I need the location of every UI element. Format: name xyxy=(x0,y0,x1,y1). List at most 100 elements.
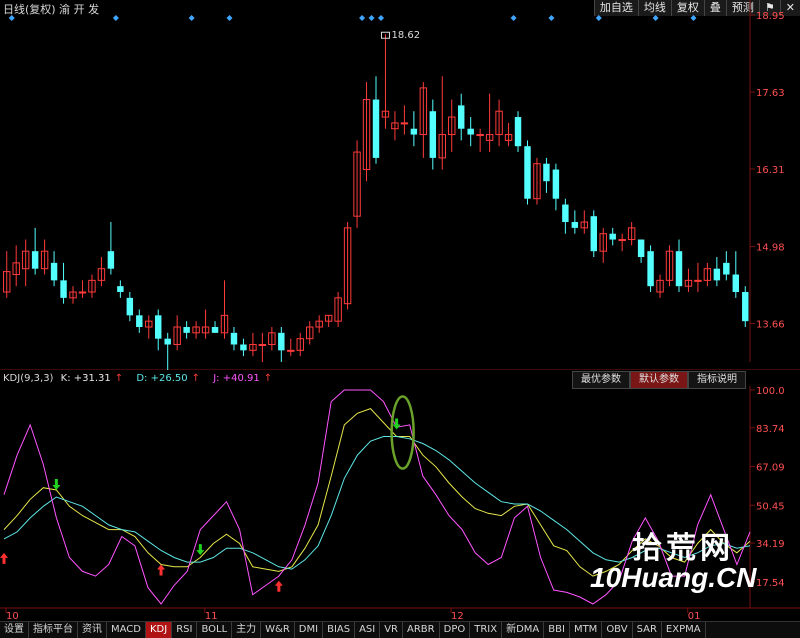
candle-body xyxy=(372,99,380,158)
price-tick-label: 18.95 xyxy=(756,11,785,22)
candle-body xyxy=(457,105,465,129)
tab-mtm-18[interactable]: MTM xyxy=(570,622,603,638)
highlight-ring xyxy=(390,395,415,470)
buy-arrow-icon xyxy=(0,552,8,564)
candle-body xyxy=(400,122,409,125)
buy-arrow-icon xyxy=(274,580,283,592)
candle-body xyxy=(230,332,238,345)
up-arrow-icon: ↑ xyxy=(114,373,124,384)
candle-body xyxy=(618,239,626,242)
kdj-tick-label: 50.45 xyxy=(756,501,785,512)
signal-diamond-icon xyxy=(510,15,517,21)
candle-body xyxy=(60,280,67,298)
candle-body xyxy=(183,327,190,333)
candle-body xyxy=(543,163,550,182)
tab-bbi-17[interactable]: BBI xyxy=(544,622,570,638)
watermark-url: 10Huang.CN xyxy=(590,562,757,593)
price-tick-label: 16.31 xyxy=(756,165,785,176)
kdj-tick-label: 34.19 xyxy=(756,539,785,550)
kdj-tick-label: 100.0 xyxy=(756,386,785,397)
candle-body xyxy=(211,327,219,333)
signal-diamond-icon xyxy=(378,15,384,21)
tab-bias-10[interactable]: BIAS xyxy=(323,622,356,638)
tab-expma-21[interactable]: EXPMA xyxy=(662,622,706,638)
tab-kdj-4[interactable]: KDJ xyxy=(145,622,173,638)
signal-diamond-icon xyxy=(226,15,233,21)
candle-body xyxy=(50,262,58,281)
tab-dpo-14[interactable]: DPO xyxy=(440,622,471,638)
tab-boll-6[interactable]: BOLL xyxy=(197,622,233,638)
tab-sar-20[interactable]: SAR xyxy=(633,622,662,638)
candle-body xyxy=(723,262,730,275)
kdj-j-value: J: +40.91 xyxy=(213,373,260,384)
candle-body xyxy=(287,349,295,352)
tab-rsi-5[interactable]: RSI xyxy=(172,622,198,638)
tab-trix-15[interactable]: TRIX xyxy=(470,622,503,638)
candle-body xyxy=(258,344,267,347)
tab-vr-12[interactable]: VR xyxy=(380,622,404,638)
signal-diamond-icon xyxy=(112,15,119,21)
candle-body xyxy=(694,279,702,282)
candle-body xyxy=(524,146,531,199)
signal-diamond-icon xyxy=(595,15,602,21)
tab--dma-16[interactable]: 新DMA xyxy=(502,622,545,638)
date-tick-label: 12 xyxy=(451,611,464,621)
candle-body xyxy=(155,315,162,339)
signal-diamond-icon xyxy=(359,15,366,21)
candle-body xyxy=(164,338,171,345)
kdj-k-value: K: +31.31 xyxy=(60,373,111,384)
tab-arbr-13[interactable]: ARBR xyxy=(403,622,440,638)
tab---0[interactable]: 设置 xyxy=(0,622,29,638)
candle-body xyxy=(590,216,597,252)
up-arrow-icon: ↑ xyxy=(263,373,273,384)
tab---1[interactable]: 指标平台 xyxy=(29,622,78,638)
price-tick-label: 14.98 xyxy=(756,243,785,254)
signal-diamond-icon xyxy=(690,15,697,21)
kdj-tick-label: 83.74 xyxy=(756,424,785,435)
tab-dmi-9[interactable]: DMI xyxy=(295,622,324,638)
tab-macd-3[interactable]: MACD xyxy=(107,622,146,638)
candle-body xyxy=(467,128,474,135)
candle-body xyxy=(562,204,569,223)
candle-body xyxy=(571,222,579,228)
candle-body xyxy=(713,268,721,281)
date-tick-label: 10 xyxy=(6,611,19,621)
candle-body xyxy=(31,251,39,269)
kdj-tick-label: 17.54 xyxy=(756,578,785,589)
price-tick-label: 17.63 xyxy=(756,88,785,99)
price-chart[interactable]: 18.9517.6316.3114.9813.6618.6212.65 xyxy=(0,0,800,370)
signal-diamond-icon xyxy=(548,15,555,21)
candle-body xyxy=(126,297,134,316)
candle-body xyxy=(609,233,616,240)
signal-diamond-icon xyxy=(652,15,659,21)
kdj-tick-label: 67.09 xyxy=(756,463,785,474)
signal-diamond-icon xyxy=(188,15,195,21)
indicator-tabs: 设置 指标平台 资讯 MACD KDJ RSI BOLL 主力 W&R DMI BIAS ASI VR A… xyxy=(0,621,800,638)
candle-body xyxy=(552,169,560,199)
watermark-text: 拾荒网 xyxy=(632,531,734,566)
candle-body xyxy=(278,332,285,351)
candle-body xyxy=(410,128,418,135)
kdj-legend: KDJ(9,3,3) K: +31.31 ↑ D: +26.50 ↑ J: +40.… xyxy=(3,373,276,384)
sell-arrow-icon xyxy=(52,479,61,490)
tab-w-r-8[interactable]: W&R xyxy=(261,622,295,638)
tab-asi-11[interactable]: ASI xyxy=(355,622,381,638)
candle-body xyxy=(136,315,143,328)
candle-body xyxy=(732,274,740,293)
price-annotation-label: 18.62 xyxy=(391,30,420,41)
candle-body xyxy=(637,239,645,258)
candle-body xyxy=(240,344,247,351)
sell-arrow-icon xyxy=(196,544,205,556)
candle-body xyxy=(429,111,437,158)
signal-diamond-icon xyxy=(8,15,15,21)
tab-obv-19[interactable]: OBV xyxy=(602,622,633,638)
candle-body xyxy=(117,286,124,293)
tab---7[interactable]: 主力 xyxy=(232,622,262,638)
candle-body xyxy=(78,291,87,294)
sell-arrow-icon xyxy=(392,418,401,430)
price-tick-label: 13.66 xyxy=(756,320,785,331)
date-tick-label: 01 xyxy=(688,611,701,621)
candle-body xyxy=(742,292,749,322)
buy-arrow-icon xyxy=(157,564,166,576)
tab---2[interactable]: 资讯 xyxy=(78,622,107,638)
